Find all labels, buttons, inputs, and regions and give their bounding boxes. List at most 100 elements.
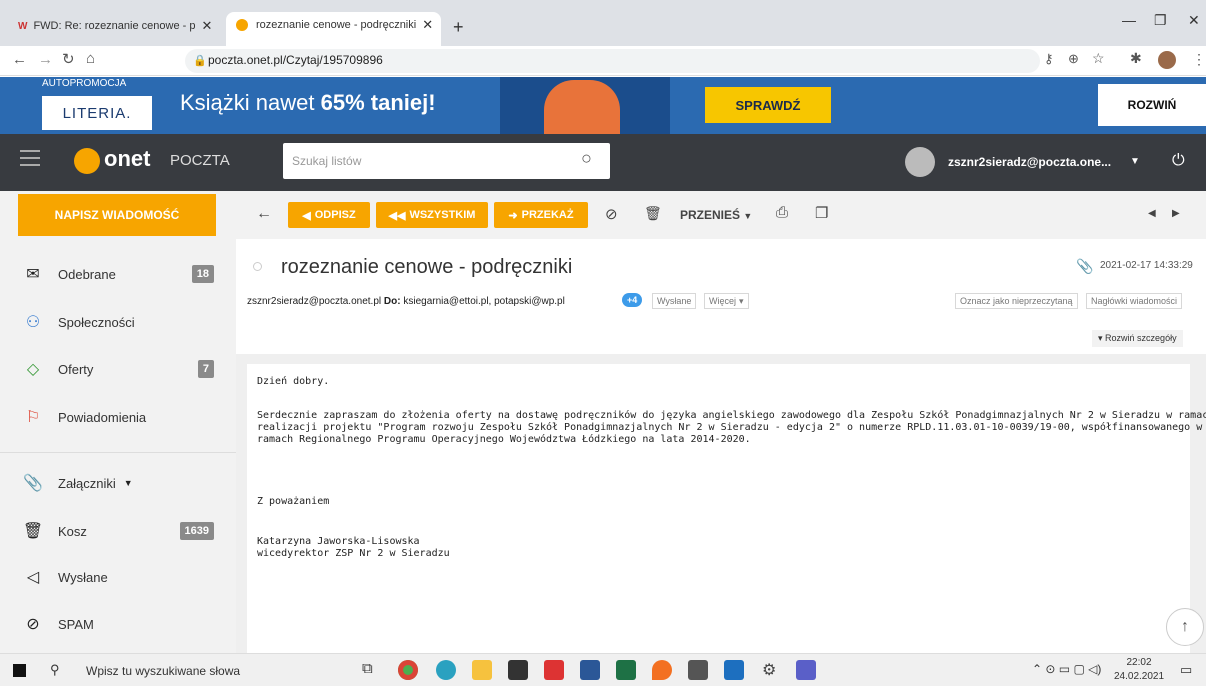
tab-onet-email[interactable]: rozeznanie cenowe - podręczniki ✕ <box>226 12 441 46</box>
edge-icon[interactable] <box>436 660 456 680</box>
reload-icon[interactable]: ↻ <box>62 50 75 68</box>
key-icon[interactable]: ⚷ <box>1044 51 1054 67</box>
back-icon[interactable]: ← <box>12 51 27 68</box>
reply-all-label: WSZYSTKIM <box>409 209 476 221</box>
word-icon[interactable] <box>580 660 600 680</box>
account-email[interactable]: zsznr2sieradz@poczta.one... <box>948 155 1111 169</box>
windows-start-icon[interactable] <box>12 663 26 677</box>
prev-message-icon[interactable]: ◀ <box>1148 208 1156 219</box>
chrome-icon[interactable] <box>398 660 418 680</box>
sidebar-item-label: Kosz <box>58 523 87 539</box>
sidebar-item-inbox[interactable]: ✉ Odebrane 18 <box>0 254 236 294</box>
wp-mail-icon: W <box>18 20 28 32</box>
count-badge: 1639 <box>179 522 214 540</box>
back-arrow-icon[interactable]: ← <box>256 205 272 223</box>
more-recipients-badge[interactable]: +4 <box>622 293 643 307</box>
move-button[interactable]: PRZENIEŚ ▼ <box>680 208 752 222</box>
app-red-icon[interactable] <box>544 660 564 680</box>
taskbar-search-input[interactable]: Wpisz tu wyszukiwane słowa <box>86 664 240 678</box>
sender-address[interactable]: zsznr2sieradz@poczta.onet.pl <box>247 296 381 307</box>
trash-icon[interactable]: 🗑 <box>644 205 662 222</box>
sidebar-item-notifications[interactable]: ⚐ Powiadomienia <box>0 397 236 437</box>
forward-button[interactable]: ➜ PRZEKAŻ <box>494 202 588 228</box>
app-blue-icon[interactable] <box>724 660 744 680</box>
closing: Z poważaniem <box>257 496 330 507</box>
zoom-icon[interactable]: ⊕ <box>1068 51 1079 67</box>
read-status-icon[interactable] <box>253 262 262 271</box>
forward-icon[interactable]: → <box>38 51 53 68</box>
next-message-icon[interactable]: ▶ <box>1172 208 1180 219</box>
power-icon[interactable]: ⏻ <box>1172 152 1185 170</box>
extensions-icon[interactable]: ✱ <box>1130 50 1142 67</box>
sidebar-item-trash[interactable]: 🗑 Kosz 1639 <box>0 511 236 551</box>
reply-button[interactable]: ◀ ODPISZ <box>288 202 370 228</box>
print-icon[interactable]: ⎙ <box>776 204 788 221</box>
lock-icon[interactable]: 🔒 <box>193 54 207 67</box>
sidebar-item-attachments[interactable]: 📎 Załączniki ▼ <box>0 463 236 503</box>
sidebar-item-label: Społeczności <box>58 314 135 330</box>
search-icon[interactable]: ○ <box>581 148 592 169</box>
tab-fwd-email[interactable]: W FWD: Re: rozeznanie cenowe - p ✕ <box>18 14 223 38</box>
profile-avatar[interactable] <box>1158 51 1176 69</box>
count-badge: 18 <box>191 265 214 283</box>
recipient-addresses[interactable]: ksiegarnia@ettoi.pl, potapski@wp.pl <box>403 296 565 307</box>
system-tray-icons[interactable]: ⌃ ⊙ ▭ ▢ ◁) <box>1032 662 1101 676</box>
sidebar-item-label: Odebrane <box>58 266 116 282</box>
tag-icon: ◇ <box>26 361 40 378</box>
count-badge: 7 <box>197 360 214 378</box>
notification-icon[interactable]: ▭ <box>1180 662 1192 678</box>
menu-dots-icon[interactable]: ⋮ <box>1192 51 1206 68</box>
file-explorer-icon[interactable] <box>472 660 492 680</box>
clock-date[interactable]: 24.02.2021 <box>1114 671 1164 682</box>
reply-all-button[interactable]: ◀◀ WSZYSTKIM <box>376 202 488 228</box>
reply-icon: ◀ <box>302 209 311 222</box>
banner-cta-button[interactable]: SPRAWDŹ <box>705 87 831 123</box>
home-icon[interactable]: ⌂ <box>86 50 95 67</box>
block-icon[interactable]: ⊘ <box>605 205 618 223</box>
compose-button[interactable]: NAPISZ WIADOMOŚĆ <box>18 194 216 236</box>
search-icon[interactable]: ⚲ <box>50 662 60 678</box>
task-view-icon[interactable]: ⧉ <box>362 660 373 677</box>
body-line: realizacji projektu "Program rozwoju Zes… <box>257 422 1203 433</box>
new-window-icon[interactable]: ❐ <box>815 204 828 222</box>
app-grey-icon[interactable] <box>688 660 708 680</box>
signature-title: wicedyrektor ZSP Nr 2 w Sieradzu <box>257 548 450 559</box>
chevron-down-icon[interactable]: ▼ <box>1130 156 1140 167</box>
sidebar-item-spam[interactable]: ⊘ SPAM <box>0 604 236 644</box>
onet-logo-icon <box>74 148 100 174</box>
expand-details-label: Rozwiń szczegóły <box>1105 333 1177 343</box>
minimize-button[interactable]: — <box>1122 12 1136 28</box>
onet-logo[interactable]: onet <box>104 146 150 172</box>
close-icon[interactable]: ✕ <box>422 17 433 33</box>
search-placeholder: Szukaj listów <box>292 154 362 168</box>
mark-unread-button[interactable]: Oznacz jako nieprzeczytaną <box>955 293 1078 309</box>
sidebar-item-social[interactable]: ⚇ Społeczności <box>0 302 236 342</box>
folder-tag-sent[interactable]: Wysłane <box>652 293 697 309</box>
excel-icon[interactable] <box>616 660 636 680</box>
tab-label: FWD: Re: rozeznanie cenowe - p <box>33 20 196 32</box>
close-window-button[interactable]: ✕ <box>1188 12 1200 29</box>
sidebar-item-offers[interactable]: ◇ Oferty 7 <box>0 349 236 389</box>
sidebar-item-sent[interactable]: ◁ Wysłane <box>0 557 236 597</box>
store-icon[interactable] <box>508 660 528 680</box>
banner-headline: Książki nawet 65% taniej! <box>180 90 436 115</box>
clock-time[interactable]: 22:02 <box>1122 657 1156 668</box>
scroll-to-top-button[interactable]: ↑ <box>1166 608 1204 646</box>
avatar[interactable] <box>905 147 935 177</box>
settings-gear-icon[interactable]: ⚙ <box>762 660 776 680</box>
app-flame-icon[interactable] <box>652 660 672 680</box>
url-text[interactable]: poczta.onet.pl/Czytaj/195709896 <box>208 53 383 67</box>
more-dropdown[interactable]: Więcej ▾ <box>704 293 749 309</box>
reply-label: ODPISZ <box>314 209 356 221</box>
close-icon[interactable]: ✕ <box>201 18 212 34</box>
expand-details-button[interactable]: ▾ Rozwiń szczegóły <box>1092 330 1183 347</box>
new-tab-button[interactable]: + <box>453 17 464 38</box>
send-icon: ◁ <box>26 569 40 586</box>
bookmark-star-icon[interactable]: ☆ <box>1092 50 1105 67</box>
teams-icon[interactable] <box>796 660 816 680</box>
maximize-button[interactable]: ❐ <box>1154 12 1167 29</box>
message-headers-button[interactable]: Nagłówki wiadomości <box>1086 293 1183 309</box>
move-label: PRZENIEŚ <box>680 208 741 222</box>
banner-expand-button[interactable]: ROZWIŃ <box>1098 84 1206 126</box>
hamburger-menu-icon[interactable] <box>20 150 40 152</box>
